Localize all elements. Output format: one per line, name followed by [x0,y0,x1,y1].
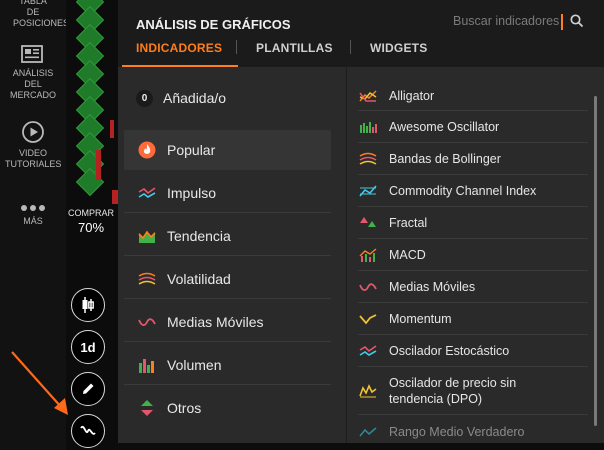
sidebar-item-label: ANÁLISIS DEL MERCADO [9,68,56,100]
indicator-label: Bandas de Bollinger [389,151,501,166]
active-tab-underline [122,65,238,67]
indicator-label: Oscilador Estocástico [389,343,510,358]
indicator-item-moving-averages[interactable]: Medias Móviles [358,271,588,303]
impulse-icon [137,184,157,202]
sidebar-item-more[interactable]: MÁS [0,204,66,227]
category-added[interactable]: 0 Añadida/o [136,87,226,109]
search-input[interactable]: Buscar indicadores [453,14,585,32]
moving-average-icon [137,313,157,331]
category-label: Impulso [167,184,217,201]
sidebar-item-label: TABLA DE POSICIONES [13,0,70,28]
indicator-label: Fractal [389,215,428,230]
indicator-item-cci[interactable]: Commodity Channel Index [358,175,588,207]
chart-type-button[interactable] [71,288,105,322]
indicator-label: Momentum [389,311,452,326]
tab-separator [236,40,237,54]
sidebar-item-video-tutorials[interactable]: VIDEO TUTORIALES [0,120,66,170]
awesome-oscillator-icon [358,119,378,135]
indicator-list-scrollbar[interactable] [594,96,597,426]
indicator-label: Medias Móviles [389,279,476,294]
stochastic-icon [358,343,378,359]
momentum-icon [358,311,378,327]
category-volatility[interactable]: Volatilidad [124,259,331,299]
panel-title: ANÁLISIS DE GRÁFICOS [136,17,291,32]
alligator-icon [358,88,378,104]
pencil-icon [83,383,94,394]
added-count-badge: 0 [136,89,153,107]
category-label: Añadida/o [163,90,227,106]
tab-separator [350,40,351,54]
cci-icon [358,183,378,199]
category-label: Tendencia [167,227,231,244]
sidebar-item-market-analysis[interactable]: ANÁLISIS DEL MERCADO [0,44,66,101]
indicator-label: Awesome Oscillator [389,119,500,134]
flame-icon [137,141,157,159]
more-dots-icon [21,205,45,211]
indicators-button[interactable] [71,414,105,448]
indicators-icon [80,425,96,435]
play-icon [22,121,44,143]
others-icon [137,399,157,417]
sidebar-item-label: VIDEO TUTORIALES [5,148,62,169]
chart-candle [96,150,101,180]
indicator-label: Alligator [389,88,435,103]
indicator-label: Rango Medio Verdadero [389,425,525,439]
indicator-item-momentum[interactable]: Momentum [358,303,588,335]
volume-icon [137,356,157,374]
volatility-icon [137,270,157,288]
indicator-item-dpo[interactable]: Oscilador de precio sin tendencia (DPO) [358,367,588,415]
category-label: Volatilidad [167,270,231,287]
indicator-item-alligator[interactable]: Alligator [358,81,588,111]
moving-average-icon [358,279,378,295]
indicator-item-bollinger[interactable]: Bandas de Bollinger [358,143,588,175]
indicator-item-fractal[interactable]: Fractal [358,207,588,239]
indicator-item-stochastic[interactable]: Oscilador Estocástico [358,335,588,367]
column-divider [346,67,347,443]
category-label: Popular [167,142,216,158]
tab-widgets[interactable]: WIDGETS [370,41,427,55]
bollinger-icon [358,151,378,167]
indicator-label: Oscilador de precio sin tendencia (DPO) [389,375,517,406]
dpo-icon [358,383,378,399]
category-impulse[interactable]: Impulso [124,173,331,213]
tab-indicators[interactable]: INDICADORES [136,41,222,55]
chart-candle [110,120,114,138]
category-popular[interactable]: Popular [124,130,331,170]
search-icon[interactable] [570,14,584,28]
macd-icon [358,247,378,263]
panel-header: ANÁLISIS DE GRÁFICOS Buscar indicadores … [118,0,604,67]
category-others[interactable]: Otros [124,388,331,428]
atr-icon [358,424,378,440]
newspaper-icon [21,45,43,63]
tab-templates[interactable]: PLANTILLAS [256,41,333,55]
category-moving-averages[interactable]: Medias Móviles [124,302,331,342]
candles-icon [82,297,94,313]
buy-percent: 70% [77,220,105,235]
category-trend[interactable]: Tendencia [124,216,331,256]
fractal-icon [358,215,378,231]
chart-analysis-panel: ANÁLISIS DE GRÁFICOS Buscar indicadores … [118,0,604,443]
buy-indicator: COMPRAR 70% [66,208,116,235]
category-label: Volumen [167,356,222,373]
indicator-item-atr[interactable]: Rango Medio Verdadero [358,421,588,443]
category-volume[interactable]: Volumen [124,345,331,385]
timeframe-button[interactable]: 1d [71,330,105,364]
drawing-tools-button[interactable] [71,372,105,406]
trend-icon [137,227,157,245]
annotation-arrow-icon [11,351,68,415]
buy-label: COMPRAR [67,208,114,218]
indicator-item-macd[interactable]: MACD [358,239,588,271]
search-caret [561,14,563,30]
indicator-label: MACD [389,247,426,262]
sidebar-item-leaderboard[interactable]: TABLA DE POSICIONES [0,0,70,29]
sidebar-item-label: MÁS [23,216,43,226]
indicator-item-awesome-oscillator[interactable]: Awesome Oscillator [358,111,588,143]
indicator-label: Commodity Channel Index [389,183,537,198]
category-label: Otros [167,400,202,416]
category-label: Medias Móviles [167,313,264,330]
